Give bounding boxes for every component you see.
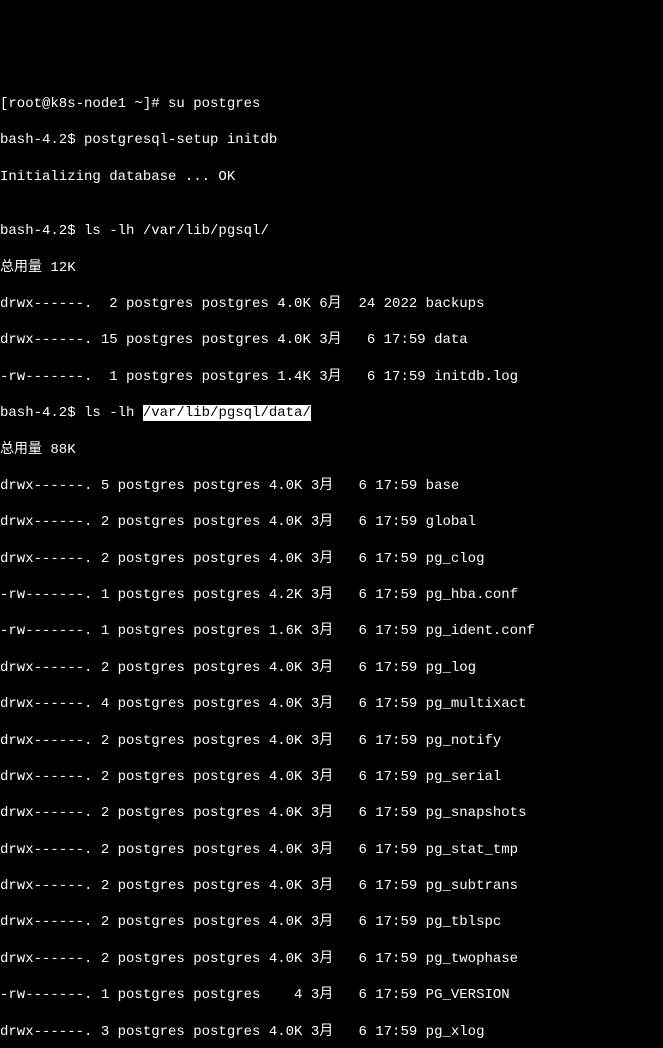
output-line: drwx------. 2 postgres postgres 4.0K 3月 … — [0, 659, 663, 677]
output-line: bash-4.2$ postgresql-setup initdb — [0, 131, 663, 149]
output-line: drwx------. 2 postgres postgres 4.0K 6月 … — [0, 295, 663, 313]
output-line: -rw-------. 1 postgres postgres 4 3月 6 1… — [0, 986, 663, 1004]
output-line: drwx------. 2 postgres postgres 4.0K 3月 … — [0, 841, 663, 859]
highlighted-path: /var/lib/pgsql/data/ — [143, 405, 311, 421]
output-line: drwx------. 2 postgres postgres 4.0K 3月 … — [0, 768, 663, 786]
output-line: drwx------. 2 postgres postgres 4.0K 3月 … — [0, 950, 663, 968]
output-line: drwx------. 3 postgres postgres 4.0K 3月 … — [0, 1023, 663, 1041]
output-line: drwx------. 2 postgres postgres 4.0K 3月 … — [0, 513, 663, 531]
output-line: bash-4.2$ ls -lh /var/lib/pgsql/ — [0, 222, 663, 240]
output-line: -rw-------. 1 postgres postgres 4.2K 3月 … — [0, 586, 663, 604]
output-line: drwx------. 2 postgres postgres 4.0K 3月 … — [0, 732, 663, 750]
prompt-text: bash-4.2$ ls -lh — [0, 405, 143, 421]
output-line: drwx------. 15 postgres postgres 4.0K 3月… — [0, 331, 663, 349]
output-line: drwx------. 2 postgres postgres 4.0K 3月 … — [0, 877, 663, 895]
output-line: Initializing database ... OK — [0, 168, 663, 186]
output-line: drwx------. 2 postgres postgres 4.0K 3月 … — [0, 913, 663, 931]
output-line: bash-4.2$ ls -lh /var/lib/pgsql/data/ — [0, 404, 663, 422]
output-line: 总用量 88K — [0, 441, 663, 459]
output-line: -rw-------. 1 postgres postgres 1.6K 3月 … — [0, 622, 663, 640]
output-line: drwx------. 2 postgres postgres 4.0K 3月 … — [0, 550, 663, 568]
output-line: drwx------. 4 postgres postgres 4.0K 3月 … — [0, 695, 663, 713]
output-line: -rw-------. 1 postgres postgres 1.4K 3月 … — [0, 368, 663, 386]
output-line: [root@k8s-node1 ~]# su postgres — [0, 95, 663, 113]
output-line: drwx------. 2 postgres postgres 4.0K 3月 … — [0, 804, 663, 822]
output-line: drwx------. 5 postgres postgres 4.0K 3月 … — [0, 477, 663, 495]
output-line: 总用量 12K — [0, 259, 663, 277]
terminal-output[interactable]: [root@k8s-node1 ~]# su postgres bash-4.2… — [0, 73, 663, 1048]
